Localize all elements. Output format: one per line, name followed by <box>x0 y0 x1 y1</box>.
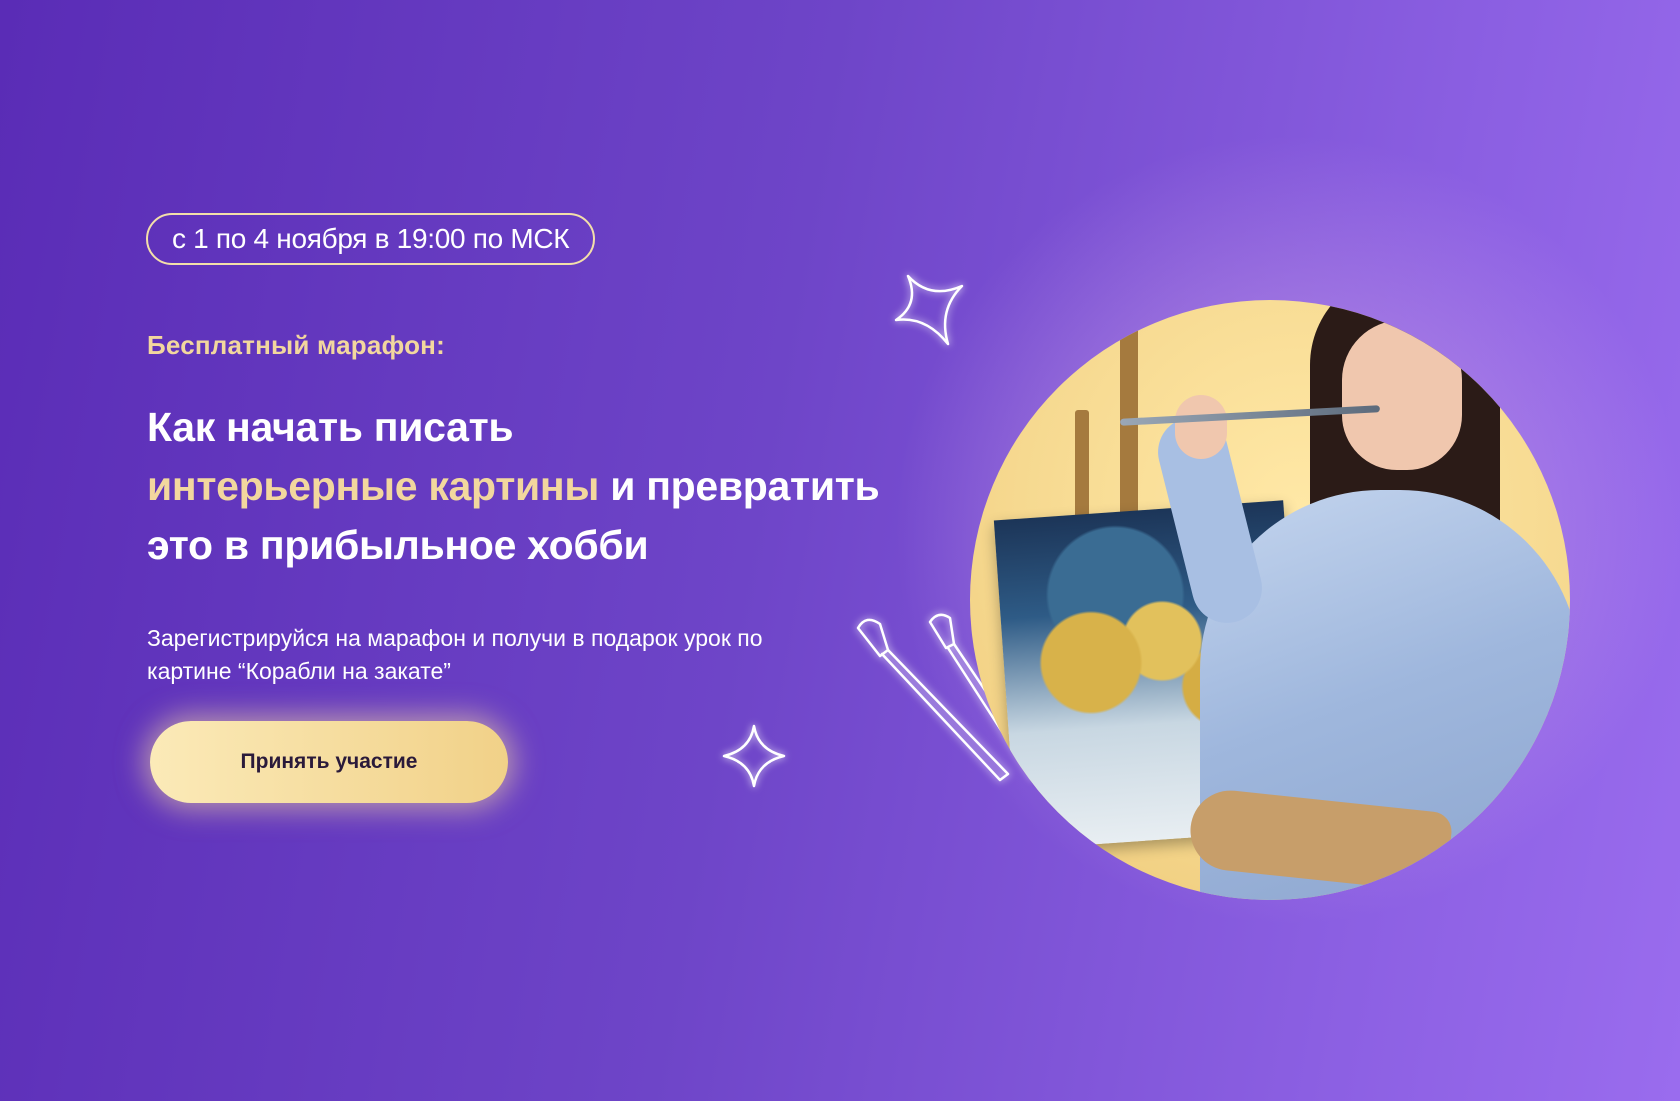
easel-leg <box>1120 320 1138 540</box>
sparkle-icon <box>894 274 964 346</box>
eyebrow-label: Бесплатный марафон: <box>147 330 445 360</box>
headline-accent: интерьерные картины <box>147 463 600 509</box>
photo-circle <box>970 300 1570 900</box>
hero-banner: с 1 по 4 ноября в 19:00 по МСК Бесплатны… <box>0 0 1680 1101</box>
headline-line-2-rest: и превратить <box>599 463 880 509</box>
date-badge: с 1 по 4 ноября в 19:00 по МСК <box>146 213 596 265</box>
cta-button[interactable]: Принять участие <box>150 721 508 803</box>
person-face <box>1342 320 1462 470</box>
person-hand <box>1175 395 1227 459</box>
headline: Как начать писать интерьерные картины и … <box>147 398 967 575</box>
sparkle-icon <box>722 724 786 788</box>
headline-line-3: это в прибыльное хобби <box>147 522 649 568</box>
instructor-photo <box>970 300 1570 900</box>
headline-line-1: Как начать писать <box>147 404 514 450</box>
subtext: Зарегистрируйся на марафон и получи в по… <box>147 625 763 684</box>
